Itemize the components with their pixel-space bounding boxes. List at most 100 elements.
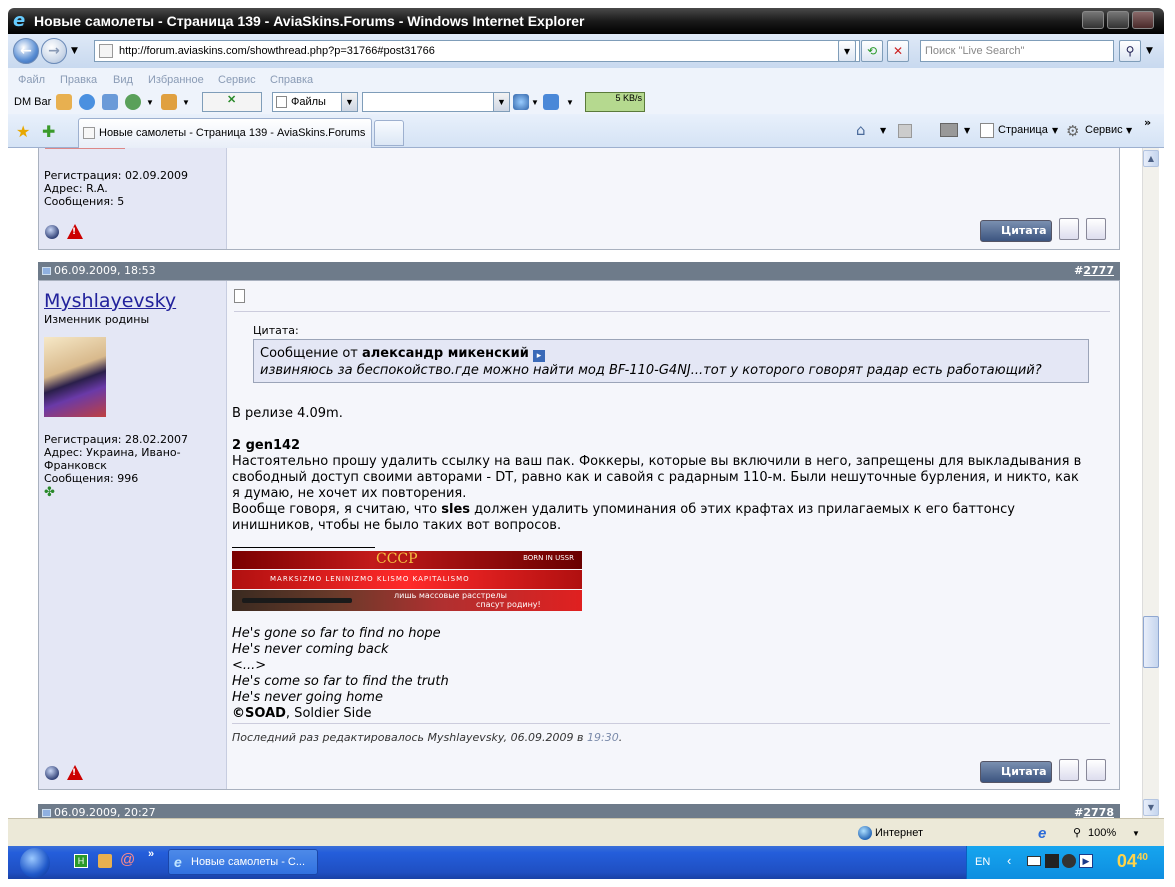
ie-logo-icon: e <box>174 854 182 870</box>
menu-edit[interactable]: Правка <box>60 74 97 86</box>
user-messages: Сообщения: 996 <box>44 472 139 485</box>
registration-date: Регистрация: 28.02.2007 <box>44 433 188 446</box>
home-icon[interactable]: ⌂ <box>856 121 866 139</box>
menu-view[interactable]: Вид <box>113 74 133 86</box>
page-menu-dropdown-icon[interactable]: ▼ <box>1052 126 1058 135</box>
language-indicator[interactable]: EN <box>975 856 990 868</box>
menu-bar: Файл Правка Вид Избранное Сервис Справка <box>8 68 1164 90</box>
taskbar-ie-window[interactable]: e Новые самолеты - С... <box>168 849 318 875</box>
dm-add-icon[interactable] <box>79 94 95 110</box>
user-offline-icon <box>45 225 59 239</box>
scroll-down-icon[interactable]: ▼ <box>1143 799 1159 816</box>
search-button[interactable]: ⚲ <box>1119 40 1141 62</box>
home-dropdown-icon[interactable]: ▼ <box>880 126 886 135</box>
dm-download-icon[interactable] <box>56 94 72 110</box>
system-tray: EN ‹ ▶ 0440 <box>966 846 1164 879</box>
status-bar: Интернет e ⚲ 100% ▼ <box>8 818 1164 846</box>
report-warning-icon[interactable]: ! <box>67 224 83 239</box>
quote-box: Сообщение от александр микенский ▸ извин… <box>253 339 1089 383</box>
dm-tools-icon[interactable] <box>161 94 177 110</box>
minimize-button[interactable] <box>1082 11 1104 29</box>
recent-pages-dropdown-icon[interactable]: ▼ <box>71 46 78 56</box>
page-menu[interactable]: Страница <box>998 124 1048 136</box>
gear-icon: ⚙ <box>1066 122 1080 140</box>
user-offline-icon <box>45 766 59 780</box>
dm-globe-icon[interactable] <box>125 94 141 110</box>
tray-chevron-icon[interactable]: ‹ <box>1007 853 1011 868</box>
close-button[interactable] <box>1132 11 1154 29</box>
favorites-star-icon[interactable]: ★ <box>16 122 30 141</box>
scroll-thumb[interactable] <box>1143 616 1159 668</box>
post-user-sidebar: Myshlayevsky Изменник родины Регистрация… <box>39 281 227 789</box>
view-post-arrow-icon[interactable]: ▸ <box>532 350 545 362</box>
dm-progress-box: ✕ <box>202 92 262 112</box>
report-warning-icon[interactable]: ! <box>67 765 83 780</box>
multi-quote-button[interactable] <box>1059 759 1079 781</box>
zoom-level[interactable]: 100% <box>1088 827 1116 839</box>
tools-menu[interactable]: Сервис <box>1085 124 1123 136</box>
username-link[interactable]: Myshlayevsky <box>44 290 176 312</box>
lyric-credit: ©SOAD, Soldier Side <box>232 706 372 721</box>
quicklaunch-more-icon[interactable]: » <box>148 848 154 860</box>
maximize-button[interactable] <box>1107 11 1129 29</box>
address-url: http://forum.aviaskins.com/showthread.ph… <box>119 45 435 57</box>
quicklaunch-mail-icon[interactable]: @ <box>120 851 135 868</box>
chevron-down-icon: ▼ <box>493 93 509 111</box>
quick-reply-button[interactable] <box>1086 759 1106 781</box>
vertical-scrollbar[interactable]: ▲ ▼ <box>1142 148 1159 818</box>
menu-file[interactable]: Файл <box>18 74 45 86</box>
quote-button[interactable]: Цитата <box>980 761 1052 783</box>
post-previous: Регистрация: 02.09.2009 Адрес: R.A. Сооб… <box>38 148 1120 250</box>
multi-quote-button[interactable] <box>1059 218 1079 240</box>
stop-button[interactable]: ✕ <box>887 40 909 62</box>
dm-url-select[interactable]: ▼ <box>362 92 510 112</box>
chevron-more-icon[interactable]: » <box>1144 116 1151 129</box>
address-input[interactable]: http://forum.aviaskins.com/showthread.ph… <box>94 40 860 62</box>
dm-globe-dropdown-icon[interactable]: ▼ <box>146 98 154 107</box>
search-input[interactable]: Поиск "Live Search" <box>920 40 1114 62</box>
banner-bottom: лишь массовые расстрелы спасут родину! <box>232 590 582 611</box>
start-button[interactable] <box>20 848 50 878</box>
post-number-link[interactable]: #2777 <box>1074 262 1114 280</box>
avatar[interactable] <box>44 337 106 417</box>
search-options-dropdown-icon[interactable]: ▼ <box>1146 46 1153 56</box>
tray-network-icon[interactable] <box>1045 854 1059 868</box>
dm-copy-icon[interactable] <box>102 94 118 110</box>
menu-help[interactable]: Справка <box>270 74 313 86</box>
dm-search-dropdown-icon[interactable]: ▼ <box>531 98 539 107</box>
dm-arrow-down-icon[interactable] <box>543 94 559 110</box>
feeds-icon[interactable] <box>898 124 912 138</box>
quicklaunch-app-icon[interactable]: H <box>74 854 88 868</box>
menu-tools[interactable]: Сервис <box>218 74 256 86</box>
address-dropdown-button[interactable]: ▾ <box>838 40 856 62</box>
quicklaunch-dm-icon[interactable] <box>98 854 112 868</box>
print-icon[interactable] <box>940 123 958 137</box>
print-dropdown-icon[interactable]: ▼ <box>964 126 970 135</box>
post-previous-sidebar: Регистрация: 02.09.2009 Адрес: R.A. Сооб… <box>39 148 227 249</box>
back-button[interactable]: ← <box>13 38 39 64</box>
scroll-up-icon[interactable]: ▲ <box>1143 150 1159 167</box>
quote-button[interactable]: Цитата <box>980 220 1052 242</box>
tray-mail-icon[interactable] <box>1027 856 1041 866</box>
tray-player-icon[interactable]: ▶ <box>1079 854 1093 868</box>
user-title: Изменник родины <box>44 313 150 326</box>
dm-files-select[interactable]: Файлы ▼ <box>272 92 358 112</box>
add-favorite-icon[interactable]: ✚ <box>42 122 55 141</box>
dm-speed-meter: 5 KB/s <box>585 92 645 112</box>
dm-arrow-dropdown-icon[interactable]: ▼ <box>566 98 574 107</box>
zoom-dropdown-icon[interactable]: ▼ <box>1132 829 1140 838</box>
refresh-button[interactable]: ⟲ <box>861 40 883 62</box>
forward-button[interactable]: → <box>41 38 67 64</box>
menu-favorites[interactable]: Избранное <box>148 74 204 86</box>
dm-search-icon[interactable] <box>513 94 529 110</box>
new-tab-button[interactable] <box>374 120 404 146</box>
tab-active[interactable]: Новые самолеты - Страница 139 - AviaSkin… <box>78 118 372 148</box>
post-number-link[interactable]: #2778 <box>1074 804 1114 818</box>
banner-line3a: лишь массовые расстрелы <box>394 591 507 600</box>
tray-app-icon[interactable] <box>1062 854 1076 868</box>
browser-window: e Новые самолеты - Страница 139 - AviaSk… <box>0 0 1175 887</box>
post-status-icon <box>42 809 51 817</box>
tools-menu-dropdown-icon[interactable]: ▼ <box>1126 126 1132 135</box>
quick-reply-button[interactable] <box>1086 218 1106 240</box>
dm-tools-dropdown-icon[interactable]: ▼ <box>182 98 190 107</box>
